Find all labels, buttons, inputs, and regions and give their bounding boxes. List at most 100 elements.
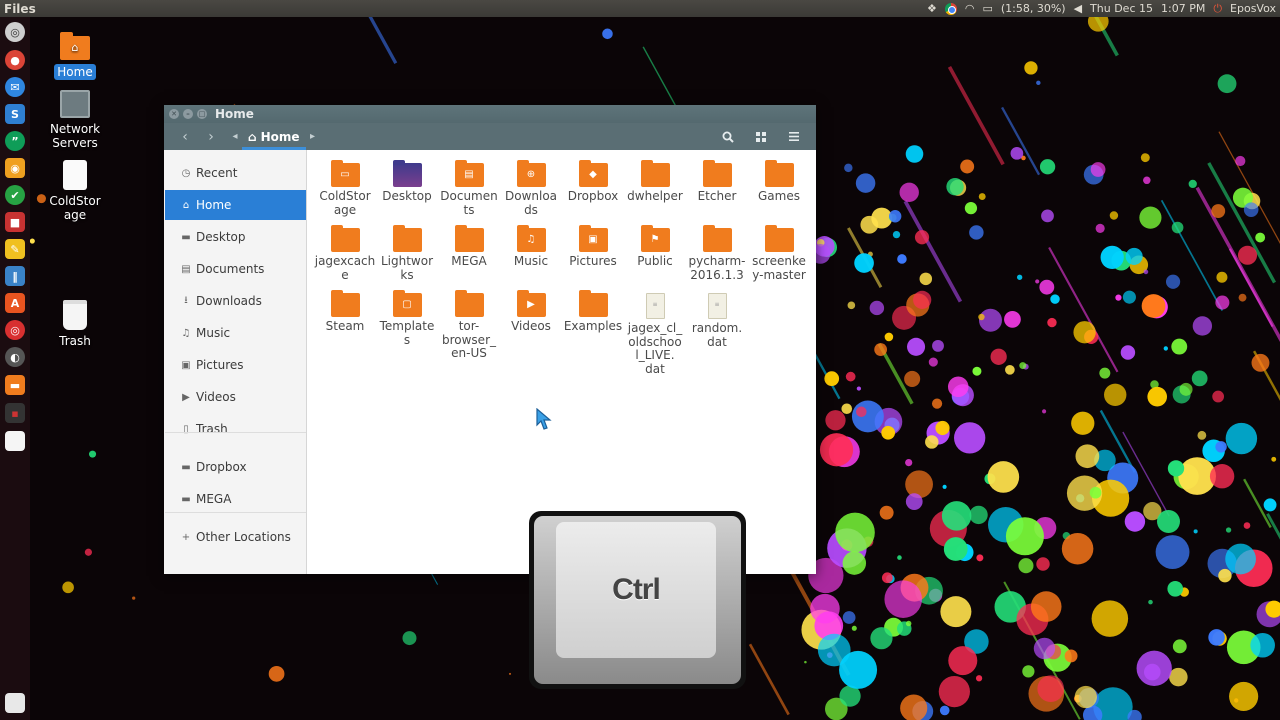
volume-icon[interactable]: ◀ bbox=[1074, 0, 1082, 17]
folder-item[interactable]: ♫ Music bbox=[500, 225, 562, 269]
ubuntu-logo-icon[interactable]: ◎ bbox=[5, 22, 25, 42]
discord-icon[interactable]: ◉ bbox=[5, 158, 25, 178]
sidebar-item-downloads[interactable]: ⭳ Downloads bbox=[165, 286, 306, 316]
folder-item[interactable]: ▣ Pictures bbox=[562, 225, 624, 269]
wallpaper-dot bbox=[1211, 204, 1226, 219]
software-center-icon[interactable]: A bbox=[5, 293, 25, 313]
sidebar-item-home[interactable]: ⌂ Home bbox=[165, 190, 306, 220]
hangouts-icon[interactable]: ” bbox=[5, 131, 25, 151]
folder-item[interactable]: Examples bbox=[562, 290, 624, 334]
wallpaper-dot bbox=[888, 210, 902, 223]
folder-item[interactable]: pycharm- 2016.1.3 bbox=[686, 225, 748, 282]
file-item[interactable]: ≡ jagex_cl_ oldschoo l_LIVE. dat bbox=[624, 293, 686, 376]
skype-icon[interactable]: S bbox=[5, 104, 25, 124]
file-item[interactable]: ≡ random. dat bbox=[686, 293, 748, 349]
folder-item[interactable]: screenke y-master bbox=[748, 225, 810, 282]
desktop-icon: ▬ bbox=[181, 231, 191, 243]
sidebar-item-recent[interactable]: ◷ Recent bbox=[165, 158, 306, 188]
battery-icon[interactable]: ▭ bbox=[982, 0, 992, 17]
wallpaper-dot bbox=[1100, 245, 1124, 269]
power-icon[interactable]: ⏻ bbox=[1213, 0, 1222, 17]
wifi-icon[interactable]: ◠ bbox=[965, 0, 975, 17]
wallpaper-dot bbox=[1271, 456, 1277, 462]
close-icon[interactable]: ✕ bbox=[169, 109, 179, 119]
wallpaper-dot bbox=[942, 484, 947, 489]
folder-item[interactable]: ▶ Videos bbox=[500, 290, 562, 334]
breadcrumb-home[interactable]: ⌂ Home bbox=[242, 123, 306, 150]
wallpaper-dot bbox=[1172, 639, 1187, 654]
sidebar-item-dropbox[interactable]: ▬ Dropbox bbox=[165, 452, 306, 482]
sidebar-item-desktop[interactable]: ▬ Desktop bbox=[165, 222, 306, 252]
folder-item[interactable]: Etcher bbox=[686, 160, 748, 204]
notes-icon[interactable]: ✎ bbox=[5, 239, 25, 259]
file-name: screenke y-master bbox=[752, 254, 806, 282]
sidebar-item-pictures[interactable]: ▣ Pictures bbox=[165, 350, 306, 380]
folder-item[interactable]: jagexcache bbox=[314, 225, 376, 282]
trash-launcher-icon[interactable] bbox=[5, 693, 25, 713]
folder-item[interactable]: Lightwor ks bbox=[376, 225, 438, 282]
wallpaper-dot bbox=[1047, 317, 1057, 328]
app-icon[interactable]: ▪ bbox=[5, 403, 25, 423]
app-icon[interactable]: ◎ bbox=[5, 320, 25, 340]
wallpaper-dot bbox=[855, 173, 876, 193]
sidebar-item-mega[interactable]: ▬ MEGA bbox=[165, 484, 306, 514]
wallpaper-dot bbox=[1109, 211, 1119, 220]
menu-button[interactable] bbox=[777, 123, 810, 150]
desktop-network-servers[interactable]: Network Servers bbox=[30, 90, 120, 150]
breadcrumb-scroll-right[interactable]: ▸ bbox=[306, 123, 320, 150]
window-titlebar[interactable]: ✕ – □ Home bbox=[164, 105, 816, 123]
view-toggle-button[interactable] bbox=[744, 123, 777, 150]
folder-icon: ▢ bbox=[392, 290, 422, 317]
folder-item[interactable]: tor-browser_ en-US bbox=[438, 290, 500, 361]
folder-item[interactable]: ▭ ColdStor age bbox=[314, 160, 376, 217]
maximize-icon[interactable]: □ bbox=[197, 109, 207, 119]
dropbox-icon[interactable]: ❖ bbox=[927, 0, 937, 17]
user-name[interactable]: EposVox bbox=[1230, 0, 1276, 17]
places-sidebar: ◷ Recent ⌂ Home ▬ Desktop ▤ Documents ⭳ Downloads… bbox=[164, 150, 307, 574]
app-icon[interactable]: ■ bbox=[5, 212, 25, 232]
folder-item[interactable]: Desktop bbox=[376, 160, 438, 204]
minimize-icon[interactable]: – bbox=[183, 109, 193, 119]
folder-item[interactable]: dwhelper bbox=[624, 160, 686, 204]
folder-item[interactable]: ▢ Template s bbox=[376, 290, 438, 347]
app-icon[interactable]: ✔ bbox=[5, 185, 25, 205]
files-launcher-icon[interactable]: ▬ bbox=[5, 375, 25, 395]
folder-item[interactable]: Steam bbox=[314, 290, 376, 334]
back-button[interactable]: ‹ bbox=[172, 123, 198, 150]
wallpaper-dot bbox=[987, 461, 1020, 493]
sidebar-item-trash[interactable]: ▯ Trash bbox=[165, 414, 306, 444]
sidebar-item-documents[interactable]: ▤ Documents bbox=[165, 254, 306, 284]
messenger-icon[interactable]: ✉ bbox=[5, 77, 25, 97]
mixer-icon[interactable]: ‖ bbox=[5, 266, 25, 286]
desktop-home[interactable]: ⌂ Home bbox=[30, 32, 120, 80]
sidebar-item-music[interactable]: ♫ Music bbox=[165, 318, 306, 348]
desktop-coldstorage[interactable]: ColdStorage bbox=[30, 160, 120, 222]
sidebar-item-other-locations[interactable]: + Other Locations bbox=[165, 522, 306, 552]
search-button[interactable] bbox=[711, 123, 744, 150]
breadcrumb-scroll-left[interactable]: ◂ bbox=[228, 123, 242, 150]
desktop-trash[interactable]: Trash bbox=[30, 300, 120, 348]
wallpaper-dot bbox=[904, 370, 921, 387]
sidebar-item-videos[interactable]: ▶ Videos bbox=[165, 382, 306, 412]
wallpaper-dot bbox=[897, 555, 902, 560]
drive-launcher-icon[interactable] bbox=[5, 431, 25, 451]
folder-item[interactable]: ▤ Documen ts bbox=[438, 160, 500, 217]
date-label[interactable]: Thu Dec 15 bbox=[1090, 0, 1153, 17]
steam-icon[interactable]: ◐ bbox=[5, 347, 25, 367]
chrome-launcher-icon[interactable]: ● bbox=[5, 50, 25, 70]
folder-emblem-icon: ▢ bbox=[402, 299, 412, 310]
chrome-icon[interactable] bbox=[944, 2, 957, 15]
folder-item[interactable]: ⚑ Public bbox=[624, 225, 686, 269]
app-menu-title[interactable]: Files bbox=[0, 2, 36, 16]
folder-item[interactable]: MEGA bbox=[438, 225, 500, 269]
folder-item[interactable]: ◆ Dropbox bbox=[562, 160, 624, 204]
wallpaper-dot bbox=[940, 596, 972, 628]
folder-item[interactable]: Games bbox=[748, 160, 810, 204]
home-icon: ⌂ bbox=[182, 199, 190, 211]
time-label[interactable]: 1:07 PM bbox=[1161, 0, 1205, 17]
battery-status[interactable]: (1:58, 30%) bbox=[1001, 0, 1066, 17]
file-name: Downloa ds bbox=[504, 189, 558, 217]
forward-button[interactable]: › bbox=[198, 123, 224, 150]
wallpaper-dot bbox=[1141, 294, 1166, 318]
folder-item[interactable]: ⊕ Downloa ds bbox=[500, 160, 562, 217]
